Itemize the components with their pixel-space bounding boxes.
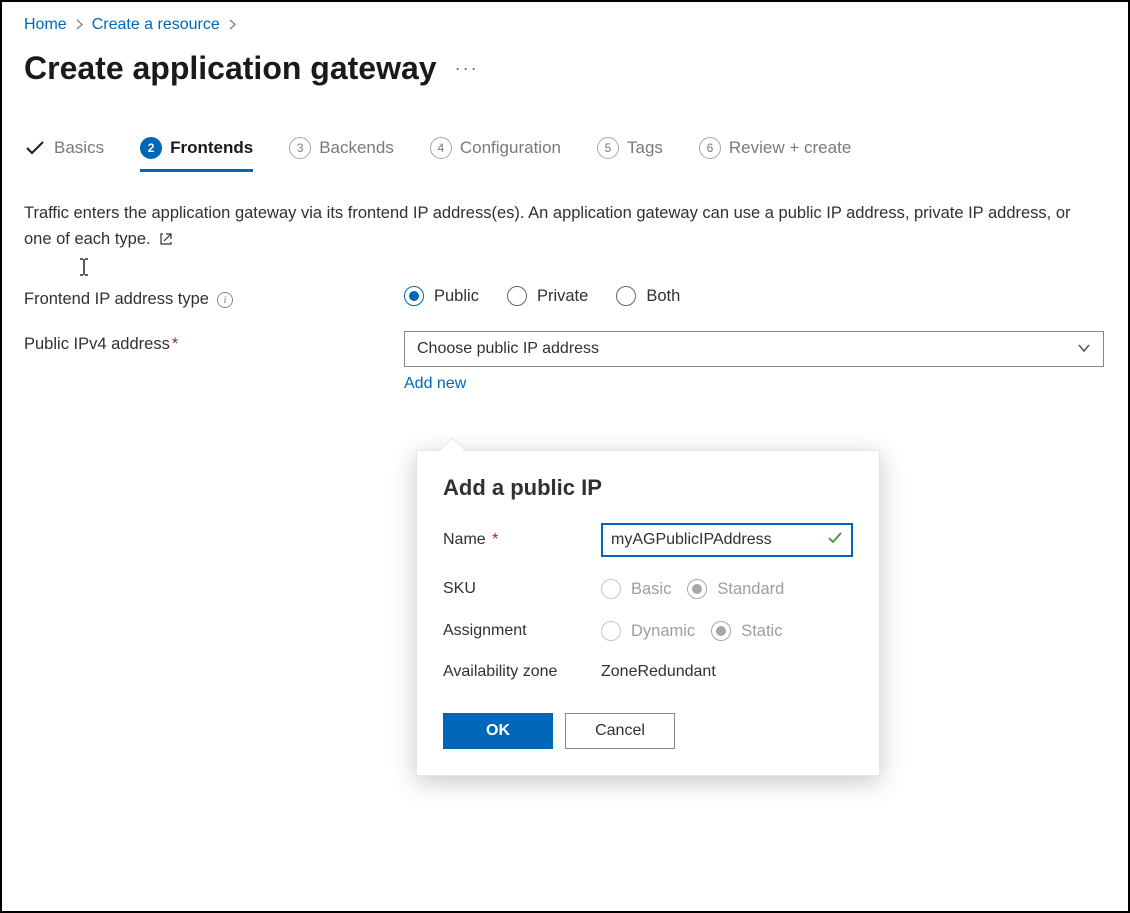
chevron-right-icon [75, 18, 84, 33]
step-number-icon: 6 [699, 137, 721, 159]
breadcrumb-create-resource[interactable]: Create a resource [92, 16, 220, 34]
frontend-ip-type-radio-group: Public Private Both [404, 286, 1104, 306]
more-actions-button[interactable]: ··· [455, 58, 479, 79]
radio-label: Basic [631, 580, 671, 599]
radio-label: Dynamic [631, 622, 695, 641]
select-placeholder: Choose public IP address [417, 340, 599, 358]
radio-icon [711, 621, 731, 641]
validation-check-icon [827, 531, 843, 549]
sku-radio-group: Basic Standard [601, 579, 853, 599]
radio-label: Static [741, 622, 782, 641]
field-label: Public IPv4 address* [24, 331, 404, 354]
learn-more-link[interactable] [155, 230, 173, 248]
add-public-ip-popup: Add a public IP Name * SKU Basic Standar… [416, 450, 880, 776]
radio-icon [404, 286, 424, 306]
radio-public[interactable]: Public [404, 286, 479, 306]
radio-assignment-static: Static [711, 621, 782, 641]
popup-title: Add a public IP [443, 475, 853, 501]
check-icon [24, 137, 46, 159]
radio-label: Private [537, 287, 588, 306]
radio-assignment-dynamic: Dynamic [601, 621, 695, 641]
field-public-ipv4: Public IPv4 address* Choose public IP ad… [24, 331, 1106, 393]
tab-review-create[interactable]: 6 Review + create [699, 137, 851, 172]
radio-label: Both [646, 287, 680, 306]
breadcrumb-home[interactable]: Home [24, 16, 67, 34]
field-control [601, 523, 853, 557]
text-cursor-icon [77, 257, 91, 277]
radio-label: Public [434, 287, 479, 306]
tab-label: Tags [627, 138, 663, 158]
public-ip-name-input[interactable] [611, 529, 821, 551]
tab-configuration[interactable]: 4 Configuration [430, 137, 561, 172]
availability-zone-value: ZoneRedundant [601, 663, 853, 681]
popup-footer: OK Cancel [443, 713, 853, 749]
tab-basics[interactable]: Basics [24, 137, 104, 172]
ok-button[interactable]: OK [443, 713, 553, 749]
page-title-row: Create application gateway ··· [24, 50, 1106, 87]
radio-both[interactable]: Both [616, 286, 680, 306]
field-frontend-ip-type: Frontend IP address type i Public Privat… [24, 286, 1106, 309]
public-ip-select[interactable]: Choose public IP address [404, 331, 1104, 367]
popup-field-assignment: Assignment Dynamic Static [443, 621, 853, 641]
name-input-wrapper [601, 523, 853, 557]
field-label: SKU [443, 580, 601, 598]
cancel-button[interactable]: Cancel [565, 713, 675, 749]
field-control: Public Private Both [404, 286, 1104, 306]
tab-label: Frontends [170, 138, 253, 158]
popup-field-name: Name * [443, 523, 853, 557]
chevron-down-icon [1077, 340, 1091, 358]
field-label: Name * [443, 531, 601, 549]
field-label: Availability zone [443, 663, 601, 681]
field-control: Choose public IP address Add new [404, 331, 1104, 393]
wizard-tabs: Basics 2 Frontends 3 Backends 4 Configur… [24, 137, 1106, 173]
label-text: Public IPv4 address [24, 335, 170, 353]
tab-label: Basics [54, 138, 104, 158]
field-label: Assignment [443, 622, 601, 640]
radio-icon [601, 579, 621, 599]
step-number-icon: 5 [597, 137, 619, 159]
step-number-icon: 2 [140, 137, 162, 159]
step-number-icon: 3 [289, 137, 311, 159]
radio-icon [507, 286, 527, 306]
required-asterisk: * [172, 335, 178, 353]
tab-label: Backends [319, 138, 394, 158]
radio-icon [601, 621, 621, 641]
external-link-icon [159, 229, 173, 255]
tab-label: Review + create [729, 138, 851, 158]
required-asterisk: * [488, 531, 499, 548]
radio-icon [687, 579, 707, 599]
tab-backends[interactable]: 3 Backends [289, 137, 394, 172]
section-description: Traffic enters the application gateway v… [24, 201, 1084, 254]
label-text: Name [443, 531, 486, 548]
radio-sku-standard: Standard [687, 579, 784, 599]
tab-label: Configuration [460, 138, 561, 158]
step-number-icon: 4 [430, 137, 452, 159]
field-label: Frontend IP address type i [24, 286, 404, 309]
radio-sku-basic: Basic [601, 579, 671, 599]
popup-field-sku: SKU Basic Standard [443, 579, 853, 599]
info-icon[interactable]: i [217, 292, 233, 308]
radio-private[interactable]: Private [507, 286, 588, 306]
page-title: Create application gateway [24, 50, 437, 87]
tab-frontends[interactable]: 2 Frontends [140, 137, 253, 172]
popup-field-availability-zone: Availability zone ZoneRedundant [443, 663, 853, 681]
description-text: Traffic enters the application gateway v… [24, 204, 1071, 248]
add-new-link[interactable]: Add new [404, 375, 466, 393]
assignment-radio-group: Dynamic Static [601, 621, 853, 641]
radio-icon [616, 286, 636, 306]
radio-label: Standard [717, 580, 784, 599]
tab-tags[interactable]: 5 Tags [597, 137, 663, 172]
chevron-right-icon [228, 18, 237, 33]
breadcrumb: Home Create a resource [24, 16, 1106, 34]
label-text: Frontend IP address type [24, 290, 209, 309]
